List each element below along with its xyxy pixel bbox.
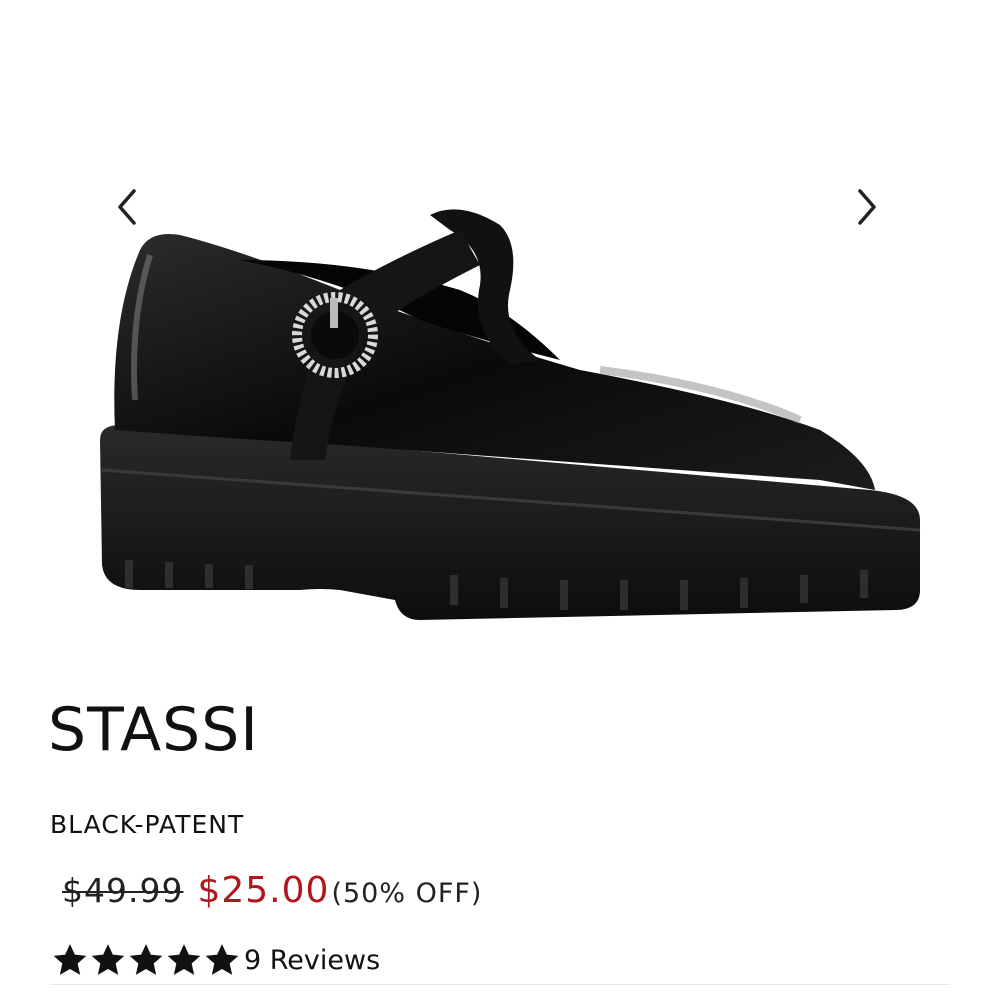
gallery-next-button[interactable] bbox=[846, 180, 890, 234]
chevron-left-icon bbox=[118, 189, 136, 225]
product-gallery bbox=[0, 0, 1000, 690]
product-image[interactable] bbox=[40, 170, 960, 650]
divider bbox=[50, 984, 950, 985]
discount-label: (50% OFF) bbox=[331, 878, 483, 909]
reviews-link[interactable]: 9 Reviews bbox=[244, 945, 380, 976]
original-price: $49.99 bbox=[62, 871, 184, 910]
product-page: STASSI BLACK-PATENT $49.99 $25.00 (50% O… bbox=[0, 0, 1000, 1000]
star-icon bbox=[129, 944, 163, 975]
star-rating[interactable] bbox=[50, 940, 240, 980]
product-title: STASSI bbox=[48, 695, 259, 765]
price-row: $49.99 $25.00 (50% OFF) bbox=[62, 870, 482, 911]
star-icon bbox=[53, 944, 87, 975]
product-color: BLACK-PATENT bbox=[50, 810, 245, 839]
rating-row: 9 Reviews bbox=[50, 940, 380, 980]
gallery-prev-button[interactable] bbox=[104, 180, 148, 234]
star-icon bbox=[167, 944, 201, 975]
star-icon bbox=[91, 944, 125, 975]
sale-price: $25.00 bbox=[197, 870, 330, 911]
star-icon bbox=[205, 944, 239, 975]
chevron-right-icon bbox=[858, 189, 876, 225]
